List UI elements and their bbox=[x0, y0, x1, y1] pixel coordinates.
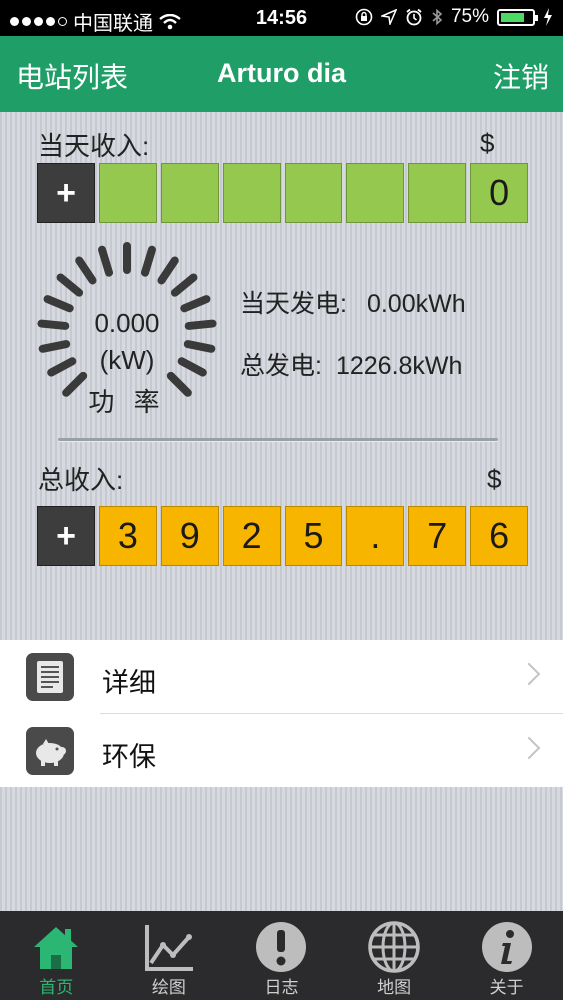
today-generation-stat: 当天发电: 0.00kWh bbox=[240, 284, 466, 320]
tab-bar: 首页 绘图 日志 地图 关于 bbox=[0, 911, 563, 1000]
chevron-right-icon bbox=[517, 662, 541, 686]
tab-label: 地图 bbox=[377, 978, 412, 997]
orientation-lock-icon bbox=[355, 8, 373, 26]
total-income-digit: 9 bbox=[160, 506, 219, 566]
nav-bar: 电站列表 Arturo dia 注销 bbox=[0, 36, 563, 112]
battery-percent: 75% bbox=[450, 6, 489, 27]
total-income-digit: 3 bbox=[99, 506, 157, 566]
alert-icon bbox=[256, 922, 307, 972]
today-income-digit bbox=[160, 163, 219, 223]
today-income-digit bbox=[408, 163, 467, 223]
today-income-digit: 0 bbox=[470, 163, 529, 223]
gauge-tick bbox=[140, 245, 156, 277]
total-generation-label: 总发电: bbox=[240, 352, 322, 380]
gauge-tick bbox=[43, 295, 74, 313]
power-readout: 0.000 (kW) 功 率 bbox=[37, 308, 217, 419]
menu-item-label: 环保 bbox=[102, 742, 156, 772]
total-income-label: 总收入: bbox=[38, 465, 124, 495]
today-currency-symbol: $ bbox=[480, 128, 495, 158]
today-income-digit bbox=[284, 163, 343, 223]
tab-log[interactable]: 日志 bbox=[225, 911, 338, 1000]
total-income-plus-button[interactable]: + bbox=[37, 506, 95, 566]
tab-home[interactable]: 首页 bbox=[0, 911, 113, 1000]
status-right: 75% bbox=[355, 6, 553, 28]
tab-about[interactable]: 关于 bbox=[450, 911, 563, 1000]
tab-label: 绘图 bbox=[151, 978, 186, 997]
total-generation-stat: 总发电: 1226.8kWh bbox=[240, 346, 462, 382]
today-generation-label: 当天发电: bbox=[240, 290, 347, 318]
total-income-digit: 7 bbox=[408, 506, 467, 566]
today-generation-value: 0.00kWh bbox=[366, 290, 466, 318]
today-income-digit bbox=[99, 163, 157, 223]
total-income-digit: 6 bbox=[470, 506, 529, 566]
tab-map[interactable]: 地图 bbox=[338, 911, 451, 1000]
total-income-digit: 2 bbox=[222, 506, 281, 566]
menu-item-label: 详细 bbox=[102, 668, 156, 698]
page-title: Arturo dia bbox=[216, 58, 346, 88]
tab-label: 首页 bbox=[39, 978, 74, 997]
power-unit: (kW) bbox=[99, 345, 155, 375]
today-income-label: 当天收入: bbox=[38, 131, 150, 161]
empty-background bbox=[0, 787, 563, 911]
gauge-tick bbox=[75, 256, 97, 285]
total-generation-value: 1226.8kWh bbox=[335, 352, 463, 380]
today-income-digit bbox=[222, 163, 281, 223]
tab-label: 日志 bbox=[264, 978, 299, 997]
logout-button[interactable]: 注销 bbox=[493, 56, 549, 96]
battery-icon bbox=[497, 8, 538, 26]
dashboard-panel: 当天收入: $ + 0 0.000 (kW) 功 率 当天发电: 0.00kWh … bbox=[0, 112, 563, 640]
chart-icon bbox=[144, 925, 193, 971]
globe-icon bbox=[368, 921, 420, 973]
tab-chart[interactable]: 绘图 bbox=[113, 911, 226, 1000]
status-bar: 中国联通 14:56 75% bbox=[0, 0, 563, 36]
total-income-digit: . bbox=[346, 506, 405, 566]
piggy-bank-icon bbox=[26, 727, 74, 775]
gauge-tick bbox=[157, 256, 179, 285]
today-income-digit bbox=[346, 163, 405, 223]
gauge-tick bbox=[170, 273, 198, 297]
menu-item-details[interactable]: 详细 bbox=[0, 640, 563, 714]
today-income-counter: + 0 bbox=[37, 163, 529, 223]
total-income-counter: + 3 9 2 5 . 7 6 bbox=[37, 506, 529, 566]
power-label: 功 率 bbox=[88, 387, 166, 417]
gauge-tick bbox=[180, 295, 211, 313]
chevron-right-icon bbox=[517, 736, 541, 760]
document-icon bbox=[26, 653, 74, 701]
menu-list: 详细 环保 bbox=[0, 640, 563, 787]
power-value: 0.000 bbox=[94, 308, 160, 338]
alarm-icon bbox=[406, 8, 422, 26]
total-income-digit: 5 bbox=[284, 506, 343, 566]
today-income-plus-button[interactable]: + bbox=[37, 163, 95, 223]
tab-label: 关于 bbox=[489, 978, 524, 997]
info-icon bbox=[481, 922, 532, 972]
bluetooth-icon bbox=[432, 8, 443, 26]
charging-icon bbox=[544, 8, 552, 26]
total-currency-symbol: $ bbox=[487, 464, 502, 494]
section-divider bbox=[58, 438, 498, 441]
home-icon bbox=[34, 927, 79, 969]
location-icon bbox=[380, 9, 397, 25]
menu-item-eco[interactable]: 环保 bbox=[0, 714, 563, 787]
gauge-tick bbox=[56, 273, 84, 297]
gauge-tick bbox=[98, 245, 114, 277]
